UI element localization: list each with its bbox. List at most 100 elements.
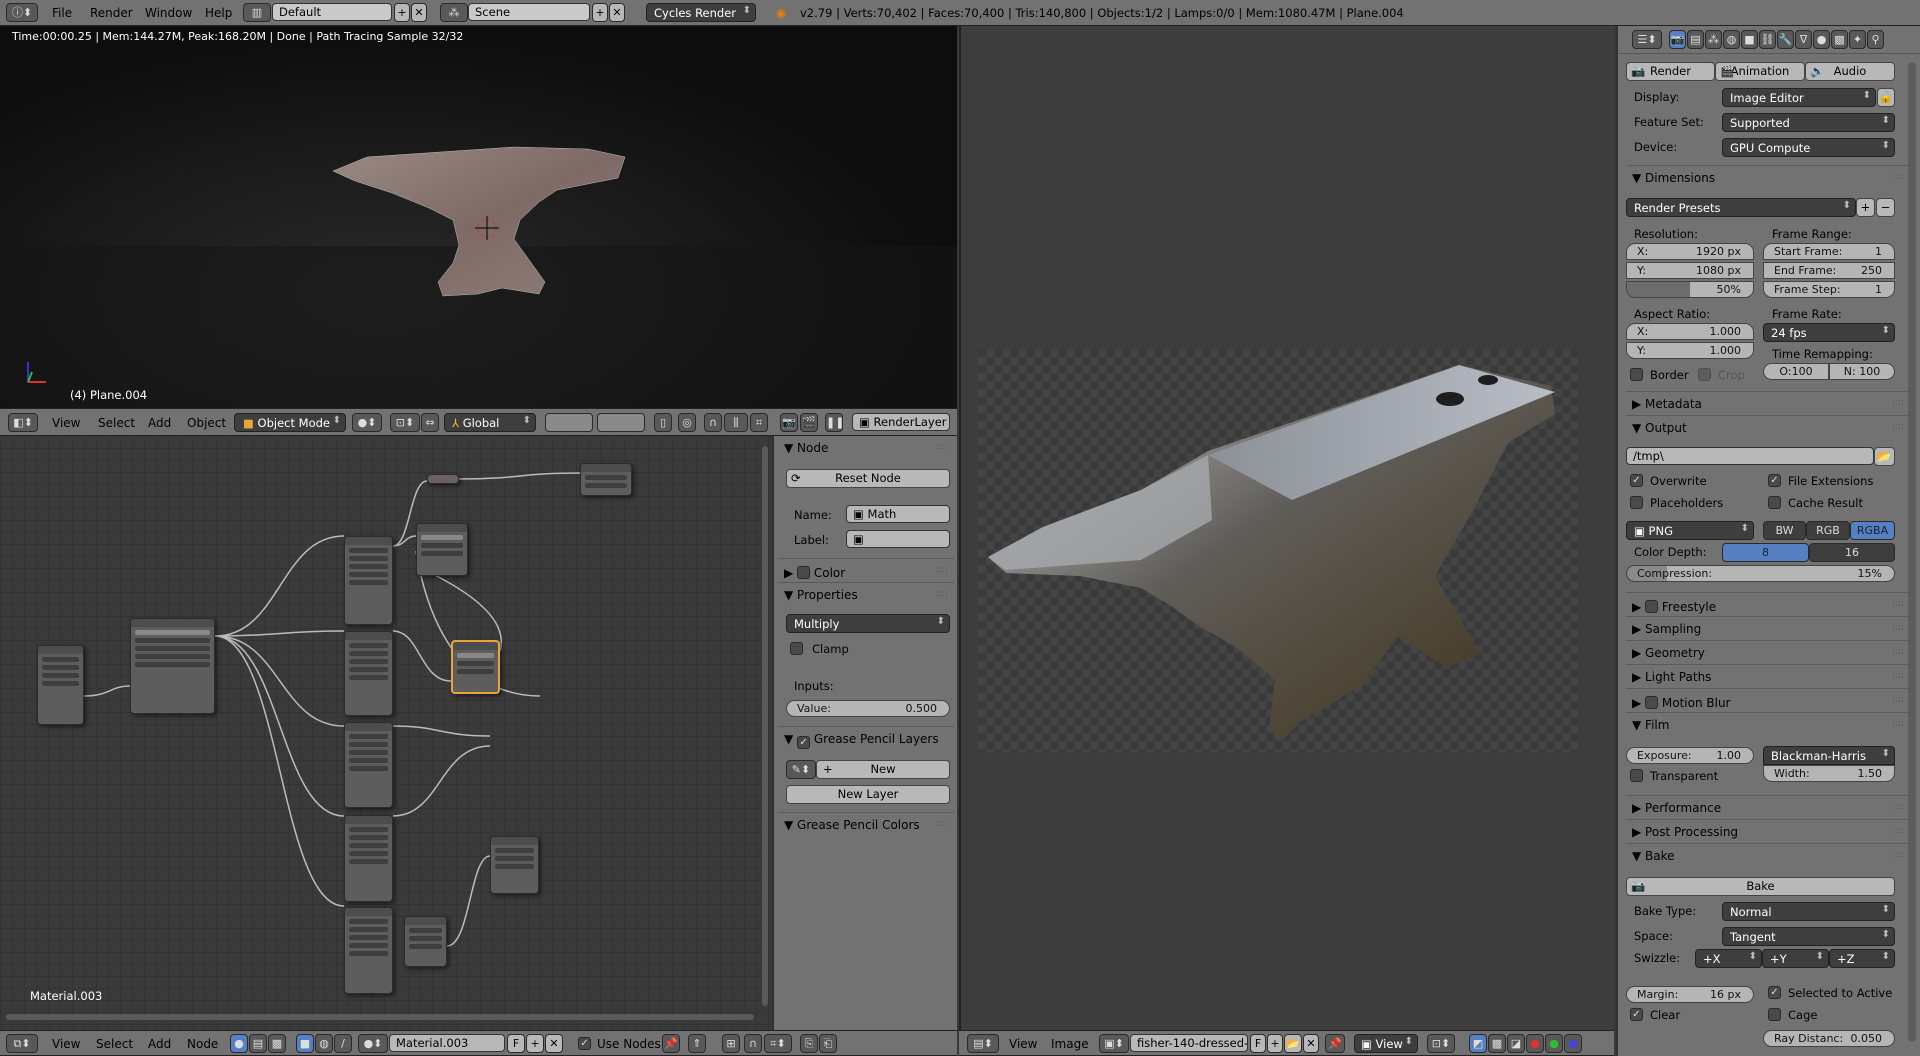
- image-texture-node-4[interactable]: [344, 815, 393, 902]
- overwrite-checkbox[interactable]: ✓: [1630, 474, 1643, 487]
- pause-icon[interactable]: ❚❚: [825, 413, 844, 432]
- render-still-icon[interactable]: 📷: [780, 413, 798, 432]
- vertical-scrollbar[interactable]: [762, 446, 768, 1006]
- scene-icon[interactable]: ⁂: [440, 3, 468, 22]
- constraints-tab-icon[interactable]: ⛓: [1759, 30, 1776, 49]
- layout-icon[interactable]: ▥: [243, 3, 271, 22]
- pixel-filter-dropdown[interactable]: Blackman-Harris: [1763, 746, 1895, 765]
- exposure-field[interactable]: Exposure: 1.00: [1626, 747, 1754, 764]
- freestyle-panel-header[interactable]: ▶ Freestyle::::: [1626, 592, 1910, 616]
- device-dropdown[interactable]: GPU Compute: [1722, 138, 1895, 157]
- normal-map-node[interactable]: [490, 836, 539, 894]
- proportional-edit-icon[interactable]: ◎: [678, 413, 696, 432]
- light-paths-panel-header[interactable]: ▶ Light Paths::::: [1626, 664, 1910, 688]
- pencil-dropdown[interactable]: ✎⬍: [786, 760, 816, 779]
- aspect-x-field[interactable]: X: 1.000: [1626, 323, 1754, 340]
- math-multiply-node[interactable]: [451, 640, 500, 694]
- lock-layers-icon[interactable]: ▯: [654, 413, 672, 432]
- layers-group-1[interactable]: [545, 413, 593, 432]
- end-frame-field[interactable]: End Frame: 250: [1763, 262, 1895, 279]
- open-image-icon[interactable]: 📂: [1284, 1034, 1302, 1053]
- placeholders-checkbox[interactable]: [1630, 496, 1643, 509]
- node-name-field[interactable]: ▣ Math: [846, 505, 950, 523]
- render-layer-field[interactable]: ▣ RenderLayer: [852, 413, 950, 431]
- bake-button[interactable]: 📷 Bake: [1626, 877, 1895, 896]
- editor-type-3d-icon[interactable]: ◧⬍: [8, 413, 38, 432]
- gp-new-button[interactable]: + New: [816, 760, 950, 779]
- resolution-x-field[interactable]: X: 1920 px: [1626, 243, 1754, 260]
- new-image-button[interactable]: +: [1267, 1034, 1283, 1053]
- dimensions-panel-header[interactable]: ▼ Dimensions::::: [1626, 165, 1910, 189]
- transparent-checkbox[interactable]: [1630, 769, 1643, 782]
- lock-interface-icon[interactable]: 🔓: [1877, 88, 1895, 107]
- motion-blur-checkbox[interactable]: [1645, 696, 1659, 709]
- texture-nodes-icon[interactable]: ▩: [268, 1034, 286, 1053]
- add-scene-button[interactable]: +: [592, 3, 608, 22]
- snap-mode-dropdown[interactable]: ⌗⬍: [764, 1034, 792, 1053]
- render-engine-dropdown[interactable]: Cycles Render: [646, 3, 756, 22]
- layers-group-2[interactable]: [597, 413, 645, 432]
- menu-object[interactable]: Object: [187, 416, 226, 430]
- animation-button[interactable]: 🎬 Animation: [1715, 62, 1805, 81]
- properties-panel-header[interactable]: ▼ Properties::::: [778, 582, 954, 606]
- render-layers-tab-icon[interactable]: ▤: [1687, 30, 1704, 49]
- frame-step-field[interactable]: Frame Step: 1: [1763, 281, 1895, 298]
- grease-pencil-layers-header[interactable]: ▼ ✓ Grease Pencil Layers: [778, 726, 954, 750]
- file-format-dropdown[interactable]: ▣ PNG: [1626, 521, 1754, 540]
- reset-node-button[interactable]: ⟳ Reset Node: [786, 469, 950, 488]
- view-mode-dropdown[interactable]: ▣ View: [1354, 1034, 1418, 1053]
- cage-checkbox[interactable]: [1768, 1008, 1781, 1021]
- green-channel-icon[interactable]: ●: [1545, 1034, 1563, 1053]
- color-depth-16[interactable]: 16: [1809, 543, 1895, 562]
- world-shader-icon[interactable]: ◍: [315, 1034, 333, 1053]
- particles-tab-icon[interactable]: ✦: [1849, 30, 1866, 49]
- resolution-y-field[interactable]: Y: 1080 px: [1626, 262, 1754, 279]
- file-extensions-checkbox[interactable]: ✓: [1768, 474, 1781, 487]
- metadata-panel-header[interactable]: ▶ Metadata::::: [1626, 391, 1910, 415]
- remove-scene-button[interactable]: ✕: [609, 3, 625, 22]
- remove-layout-button[interactable]: ✕: [411, 3, 427, 22]
- add-preset-button[interactable]: +: [1856, 198, 1875, 217]
- snap-icon[interactable]: ∩: [704, 413, 722, 432]
- menu-image[interactable]: Image: [1051, 1037, 1089, 1051]
- 3d-viewport[interactable]: Time:00:00.25 | Mem:144.27M, Peak:168.20…: [0, 26, 957, 408]
- menu-view[interactable]: View: [52, 416, 80, 430]
- linestyle-shader-icon[interactable]: /: [334, 1034, 352, 1053]
- render-tab-icon[interactable]: 📷: [1669, 30, 1686, 49]
- texture-tab-icon[interactable]: ▩: [1831, 30, 1848, 49]
- color-checkbox[interactable]: [797, 566, 811, 579]
- remove-preset-button[interactable]: −: [1876, 198, 1895, 217]
- bump-node[interactable]: [404, 916, 447, 967]
- material-browse-icon[interactable]: ●⬍: [358, 1034, 388, 1053]
- orientation-dropdown[interactable]: ⅄ Global: [444, 413, 536, 432]
- color-mode-rgba[interactable]: RGBA: [1850, 521, 1895, 540]
- display-alpha-icon[interactable]: ◩: [1469, 1034, 1487, 1053]
- node-panel-header[interactable]: ▼ Node::::: [778, 436, 954, 460]
- swizzle-z-dropdown[interactable]: +Z: [1829, 949, 1895, 968]
- crop-checkbox[interactable]: [1698, 368, 1711, 381]
- selected-to-active-checkbox[interactable]: ✓: [1768, 986, 1781, 999]
- image-texture-node-3[interactable]: [344, 722, 393, 808]
- image-name-field[interactable]: fisher-140-dressed-s...: [1130, 1034, 1248, 1052]
- start-frame-field[interactable]: Start Frame: 1: [1763, 243, 1895, 260]
- data-tab-icon[interactable]: ∇: [1795, 30, 1812, 49]
- world-tab-icon[interactable]: ◍: [1723, 30, 1740, 49]
- manipulator-icon[interactable]: ⇔: [421, 413, 439, 432]
- scene-tab-icon[interactable]: ⁂: [1705, 30, 1722, 49]
- time-remap-new-field[interactable]: N: 100: [1829, 363, 1895, 380]
- info-editor-icon[interactable]: ⓘ⬍: [6, 3, 38, 22]
- clear-checkbox[interactable]: ✓: [1630, 1008, 1643, 1021]
- snap-target-icon[interactable]: ⌗: [750, 413, 768, 432]
- render-presets-dropdown[interactable]: Render Presets: [1626, 198, 1856, 217]
- mix-shader-node[interactable]: [427, 474, 459, 484]
- use-nodes-checkbox[interactable]: ✓: [578, 1037, 591, 1050]
- film-panel-header[interactable]: ▼ Film::::: [1626, 712, 1910, 736]
- image-texture-node-1[interactable]: [344, 536, 393, 625]
- display-dropdown[interactable]: Image Editor: [1722, 88, 1876, 107]
- swizzle-x-dropdown[interactable]: +X: [1695, 949, 1762, 968]
- snap-element-icon[interactable]: ⫼: [724, 413, 748, 432]
- color-mode-rgb[interactable]: RGB: [1806, 521, 1850, 540]
- object-shader-icon[interactable]: ■: [296, 1034, 314, 1053]
- border-checkbox[interactable]: [1630, 368, 1643, 381]
- output-panel-header[interactable]: ▼ Output::::: [1626, 415, 1910, 439]
